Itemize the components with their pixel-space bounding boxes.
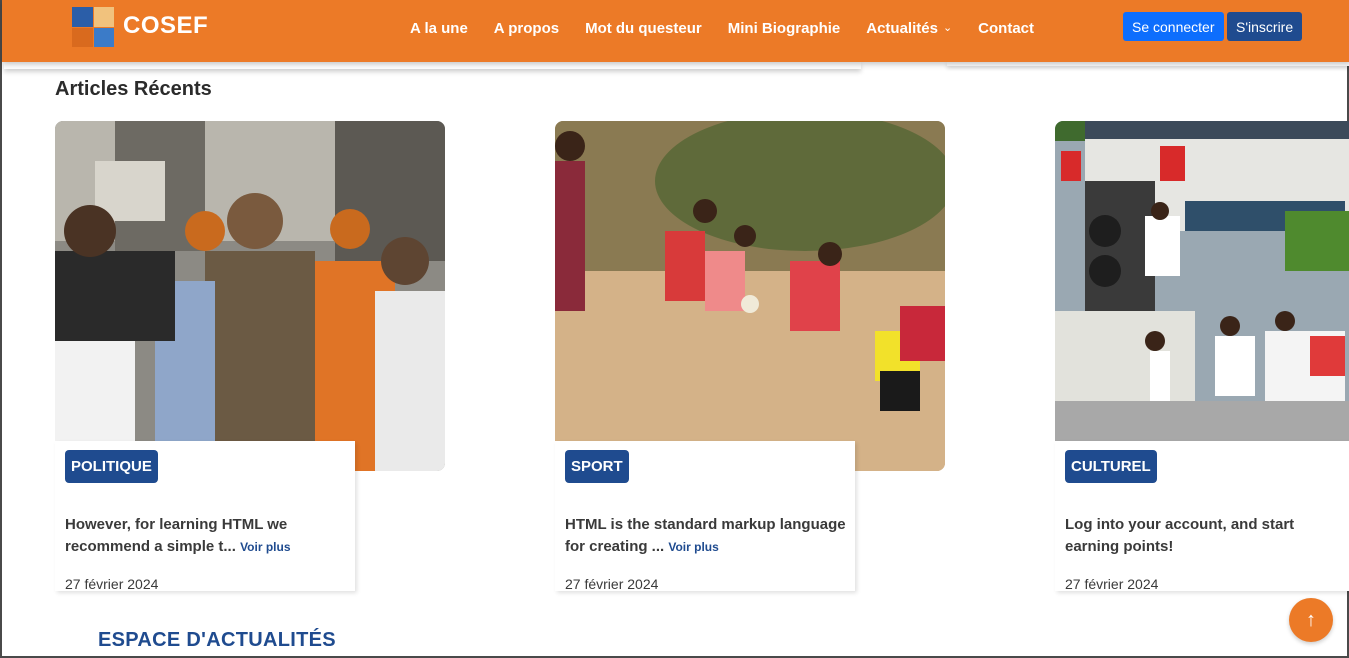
- article-image[interactable]: [55, 121, 445, 471]
- excerpt-text: Log into your account, and start earning…: [1065, 516, 1295, 555]
- nav-item-label: Contact: [978, 19, 1035, 37]
- logo-quadrant: [72, 7, 93, 27]
- read-more-link[interactable]: Voir plus: [240, 540, 290, 554]
- arrow-up-icon: ↑: [1306, 608, 1316, 631]
- logo-quadrant: [93, 27, 114, 47]
- nav-item-a-propos[interactable]: A propos: [494, 20, 559, 37]
- nav-item-label: Mot du questeur: [585, 19, 702, 37]
- nav-item-actualites[interactable]: Actualités ⌄: [866, 20, 952, 37]
- article-card-body: SPORT HTML is the standard markup langua…: [555, 441, 855, 592]
- category-badge[interactable]: POLITIQUE: [65, 450, 158, 483]
- scroll-to-top-button[interactable]: ↑: [1289, 598, 1333, 642]
- article-excerpt: However, for learning HTML we recommend …: [65, 514, 355, 558]
- article-date: 27 février 2024: [1065, 576, 1159, 592]
- nav-item-label: Mini Biographie: [727, 19, 841, 37]
- cosef-logo[interactable]: [72, 7, 114, 47]
- category-badge[interactable]: CULTUREL: [1065, 450, 1157, 483]
- nav-menu: A la une A propos Mot du questeur Mini B…: [410, 0, 1034, 56]
- section-title: Articles Récents: [55, 78, 212, 100]
- login-button[interactable]: Se connecter: [1123, 12, 1224, 41]
- navbar: COSEF A la une A propos Mot du questeur …: [2, 0, 1349, 62]
- category-badge[interactable]: SPORT: [565, 450, 629, 483]
- espace-actualites-title: ESPACE D'ACTUALITÉS: [98, 629, 336, 651]
- logo-quadrant: [93, 7, 114, 27]
- nav-item-label: Actualités: [866, 19, 938, 37]
- article-date: 27 février 2024: [65, 576, 159, 592]
- article-excerpt: Log into your account, and start earning…: [1065, 514, 1315, 558]
- article-image[interactable]: [1055, 121, 1349, 471]
- article-card-body: POLITIQUE However, for learning HTML we …: [55, 441, 355, 592]
- article-date: 27 février 2024: [565, 576, 659, 592]
- logo-quadrant: [72, 27, 93, 47]
- article-card-body: CULTUREL Log into your account, and star…: [1055, 441, 1349, 592]
- nav-item-a-la-une[interactable]: A la une: [410, 20, 468, 37]
- article-image[interactable]: [555, 121, 945, 471]
- signup-button[interactable]: S'inscrire: [1227, 12, 1303, 41]
- dropdown-shadow: [4, 62, 861, 69]
- nav-item-mini-biographie[interactable]: Mini Biographie: [728, 20, 841, 37]
- chevron-down-icon: ⌄: [942, 21, 953, 34]
- article-excerpt: HTML is the standard markup language for…: [565, 514, 855, 558]
- read-more-link[interactable]: Voir plus: [668, 540, 718, 554]
- nav-item-label: A la une: [410, 19, 468, 37]
- nav-item-label: A propos: [493, 19, 560, 37]
- nav-item-mot-du-questeur[interactable]: Mot du questeur: [585, 20, 702, 37]
- brand-name[interactable]: COSEF: [123, 12, 208, 40]
- dropdown-shadow: [947, 62, 1349, 66]
- nav-item-contact[interactable]: Contact: [978, 20, 1034, 37]
